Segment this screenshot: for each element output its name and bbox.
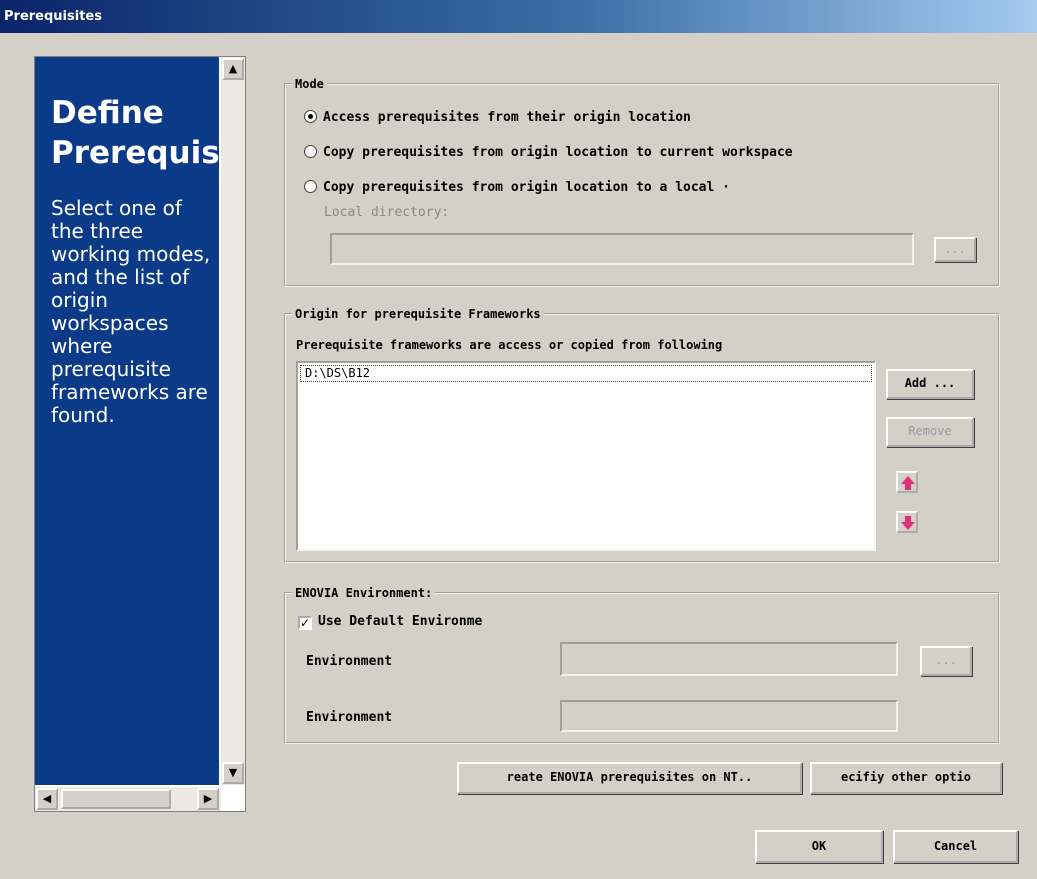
help-title-line2: Prerequisites [51,135,219,171]
scroll-left-icon[interactable]: ◀ [36,788,58,810]
origin-description: Prerequisite frameworks are access or co… [296,338,723,352]
environment-field-1[interactable] [560,642,898,676]
environment-label-2: Environment [306,710,393,725]
checkmark-icon[interactable]: ✓ [298,616,312,630]
enovia-legend: ENOVIA Environment: [292,585,436,601]
specify-other-options-button[interactable]: ecifiy other optio [810,762,1002,794]
help-title-line1: Define [51,95,164,131]
help-panel-frame: Define Prerequisites Select one of the t… [34,56,246,812]
move-up-button[interactable] [896,471,918,493]
scroll-down-icon[interactable]: ▼ [222,762,244,784]
move-down-button[interactable] [896,511,918,533]
scroll-right-icon[interactable]: ▶ [197,788,219,810]
add-button[interactable]: Add ... [886,369,974,399]
help-vertical-scrollbar[interactable]: ▲ ▼ [221,57,245,785]
arrow-up-icon [901,476,915,490]
origin-group: Origin for prerequisite Frameworks Prere… [284,306,1000,563]
arrow-down-icon [901,516,915,530]
window-title: Prerequisites [0,0,1037,33]
mode-option-copy-workspace[interactable]: Copy prerequisites from origin location … [304,145,793,161]
enovia-group: ENOVIA Environment: ✓ Use Default Environ… [284,585,1000,744]
mode-group: Mode Access prerequisites from their ori… [284,76,1000,287]
origin-legend: Origin for prerequisite Frameworks [292,306,544,322]
mode-option-copy-local[interactable]: Copy prerequisites from origin location … [304,180,730,196]
list-item[interactable]: D:\DS\B12 [300,365,872,382]
radio-icon[interactable] [304,180,317,193]
cancel-button[interactable]: Cancel [893,830,1018,863]
prerequisites-dialog: Prerequisites Define Prerequisites Selec… [0,0,1037,879]
mode-legend: Mode [292,76,327,92]
ok-button[interactable]: OK [755,830,883,863]
environment-browse-button[interactable]: ... [920,646,972,676]
local-directory-browse-button[interactable]: ... [934,237,976,262]
mode-option-access[interactable]: Access prerequisites from their origin l… [304,110,691,126]
origin-list[interactable]: D:\DS\B12 [296,361,876,551]
remove-button[interactable]: Remove [886,417,974,447]
radio-selected-icon[interactable] [304,110,317,123]
create-enovia-prerequisites-button[interactable]: reate ENOVIA prerequisites on NT.. [457,762,802,794]
environment-field-2[interactable] [560,700,898,732]
scroll-up-icon[interactable]: ▲ [222,58,244,80]
radio-icon[interactable] [304,145,317,158]
help-horizontal-scrollbar[interactable]: ◀ ▶ [35,787,221,811]
horizontal-scroll-thumb[interactable] [61,789,171,809]
help-panel: Define Prerequisites Select one of the t… [35,57,219,785]
environment-label-1: Environment [306,654,393,669]
use-default-environment-checkbox[interactable]: ✓ Use Default Environme [298,614,482,630]
local-directory-label: Local directory: [324,205,450,220]
local-directory-field[interactable] [330,233,914,265]
help-text: Select one of the three working modes, a… [51,196,211,427]
